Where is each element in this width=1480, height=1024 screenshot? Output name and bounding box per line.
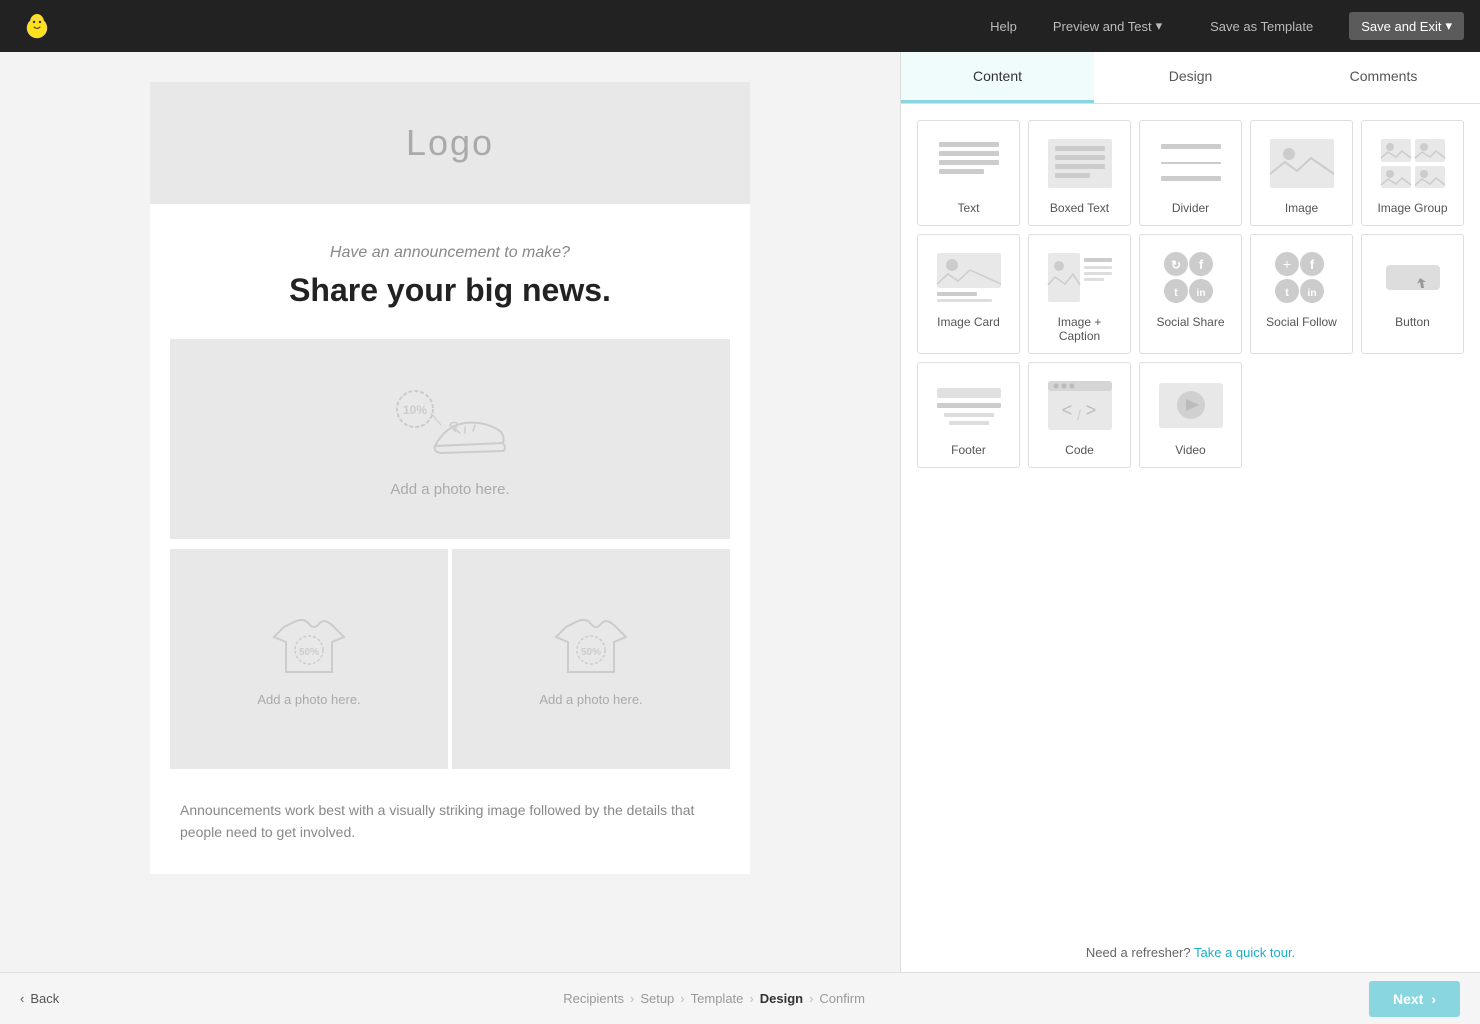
- chevron-down-icon: ▾: [1445, 18, 1452, 34]
- block-video[interactable]: Video: [1139, 362, 1242, 468]
- tab-design[interactable]: Design: [1094, 52, 1287, 103]
- block-social-share-label: Social Share: [1156, 315, 1224, 329]
- email-body: Logo Have an announcement to make? Share…: [150, 82, 750, 874]
- svg-text:<: <: [1061, 400, 1072, 420]
- block-social-follow[interactable]: + f t in Social Follow: [1250, 234, 1353, 354]
- full-image-block[interactable]: 10% Add a photo here.: [170, 339, 730, 539]
- bottom-bar: ‹ Back Recipients › Setup › Template › D…: [0, 972, 1480, 1024]
- shoe-placeholder-icon: 10%: [385, 381, 515, 471]
- svg-text:/: /: [1077, 407, 1081, 423]
- block-image-group-label: Image Group: [1377, 201, 1447, 215]
- breadcrumb-confirm[interactable]: Confirm: [819, 991, 865, 1006]
- block-button[interactable]: Button: [1361, 234, 1464, 354]
- preview-test-btn[interactable]: Preview and Test ▾: [1041, 12, 1174, 40]
- chevron-down-icon: ▾: [1156, 18, 1163, 34]
- svg-text:50%: 50%: [581, 647, 601, 658]
- svg-text:+: +: [1282, 256, 1290, 272]
- next-button[interactable]: Next ›: [1369, 981, 1460, 1017]
- block-footer-label: Footer: [951, 443, 986, 457]
- back-button[interactable]: ‹ Back: [20, 991, 59, 1006]
- block-divider[interactable]: Divider: [1139, 120, 1242, 226]
- save-template-btn[interactable]: Save as Template: [1198, 13, 1325, 40]
- svg-text:10%: 10%: [403, 403, 427, 417]
- back-label: Back: [30, 991, 59, 1006]
- announcement-subtitle: Have an announcement to make?: [180, 244, 720, 262]
- svg-text:t: t: [1174, 287, 1178, 299]
- half-image-block-2[interactable]: 50% Add a photo here.: [452, 549, 730, 769]
- help-link[interactable]: Help: [990, 19, 1017, 34]
- block-video-label: Video: [1175, 443, 1205, 457]
- refresher-area: Need a refresher? Take a quick tour.: [901, 933, 1480, 972]
- block-image-group[interactable]: Image Group: [1361, 120, 1464, 226]
- block-image-caption-label: Image + Caption: [1037, 315, 1122, 343]
- save-exit-btn[interactable]: Save and Exit ▾: [1349, 12, 1464, 40]
- breadcrumb-recipients[interactable]: Recipients: [563, 991, 624, 1006]
- logo-text: Logo: [190, 122, 710, 164]
- quick-tour-link[interactable]: Take a quick tour.: [1194, 945, 1295, 960]
- block-image-caption[interactable]: Image + Caption: [1028, 234, 1131, 354]
- block-button-label: Button: [1395, 315, 1430, 329]
- breadcrumb: Recipients › Setup › Template › Design ›…: [563, 991, 865, 1006]
- svg-text:in: in: [1196, 288, 1205, 299]
- back-chevron-icon: ‹: [20, 991, 24, 1006]
- next-chevron-icon: ›: [1431, 991, 1436, 1007]
- next-label: Next: [1393, 991, 1423, 1007]
- block-image[interactable]: Image: [1250, 120, 1353, 226]
- block-image-card-label: Image Card: [937, 315, 1000, 329]
- block-code[interactable]: < > / Code: [1028, 362, 1131, 468]
- half-image-block-1[interactable]: 50% Add a photo here.: [170, 549, 448, 769]
- block-image-card[interactable]: Image Card: [917, 234, 1020, 354]
- blocks-grid: Text Boxed Text: [901, 104, 1480, 933]
- shirt-placeholder-icon-1: 50%: [264, 612, 354, 682]
- block-text-label: Text: [957, 201, 979, 215]
- svg-text:f: f: [1309, 257, 1314, 272]
- block-social-follow-label: Social Follow: [1266, 315, 1337, 329]
- image-add-text-3: Add a photo here.: [539, 692, 642, 707]
- image-add-text-2: Add a photo here.: [257, 692, 360, 707]
- svg-text:50%: 50%: [299, 647, 319, 658]
- breadcrumb-setup[interactable]: Setup: [640, 991, 674, 1006]
- footer-body-text: Announcements work best with a visually …: [180, 799, 720, 844]
- refresher-text: Need a refresher?: [1086, 945, 1191, 960]
- mailchimp-logo: [16, 5, 58, 47]
- svg-text:>: >: [1085, 400, 1096, 420]
- svg-text:t: t: [1285, 287, 1289, 299]
- block-boxed-text[interactable]: Boxed Text: [1028, 120, 1131, 226]
- shirt-placeholder-icon-2: 50%: [546, 612, 636, 682]
- block-text[interactable]: Text: [917, 120, 1020, 226]
- breadcrumb-template[interactable]: Template: [691, 991, 744, 1006]
- right-panel: Content Design Comments Text: [900, 52, 1480, 972]
- image-add-text-1: Add a photo here.: [390, 481, 509, 498]
- top-nav: Help Preview and Test ▾ Save as Template…: [0, 0, 1480, 52]
- breadcrumb-design[interactable]: Design: [760, 991, 803, 1006]
- block-footer[interactable]: Footer: [917, 362, 1020, 468]
- block-boxed-text-label: Boxed Text: [1050, 201, 1109, 215]
- two-images-row: 50% Add a photo here. 50% Add a photo he…: [170, 549, 730, 769]
- footer-text-block[interactable]: Announcements work best with a visually …: [150, 779, 750, 874]
- svg-text:↻: ↻: [1170, 258, 1180, 272]
- tabs-bar: Content Design Comments: [901, 52, 1480, 104]
- tab-comments[interactable]: Comments: [1287, 52, 1480, 103]
- block-divider-label: Divider: [1172, 201, 1209, 215]
- announcement-block[interactable]: Have an announcement to make? Share your…: [150, 204, 750, 329]
- announcement-title: Share your big news.: [180, 272, 720, 309]
- email-preview-panel: Logo Have an announcement to make? Share…: [0, 52, 900, 972]
- svg-text:f: f: [1198, 257, 1203, 272]
- block-image-label: Image: [1285, 201, 1318, 215]
- block-code-label: Code: [1065, 443, 1094, 457]
- block-social-share[interactable]: ↻ f t in Social Share: [1139, 234, 1242, 354]
- svg-text:in: in: [1307, 288, 1316, 299]
- logo-block[interactable]: Logo: [150, 82, 750, 204]
- tab-content[interactable]: Content: [901, 52, 1094, 103]
